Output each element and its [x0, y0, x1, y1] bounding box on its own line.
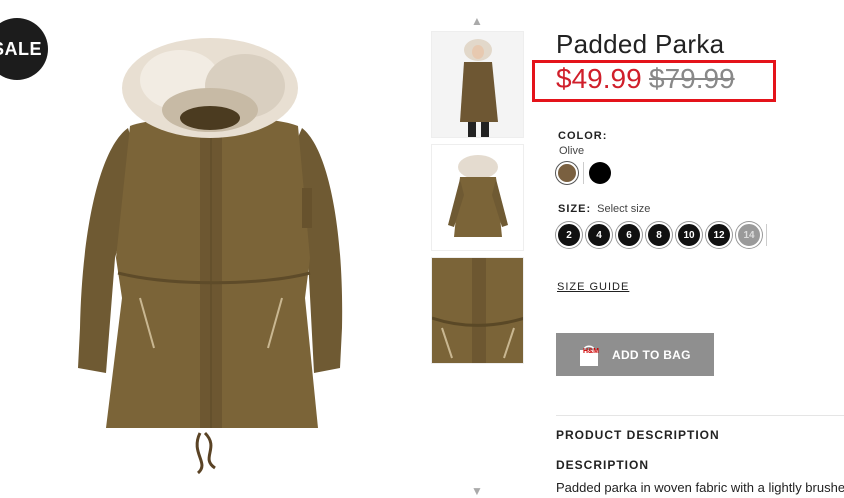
- thumbnail-detail[interactable]: [431, 257, 524, 364]
- description-heading: DESCRIPTION: [556, 458, 650, 472]
- add-to-bag-label: ADD TO BAG: [612, 347, 691, 362]
- size-header: SIZE: Select size: [558, 203, 650, 215]
- size-option-4[interactable]: 4: [586, 222, 612, 248]
- sale-price: $49.99: [556, 63, 642, 94]
- section-divider: [556, 415, 844, 416]
- swatch-black[interactable]: [589, 162, 611, 184]
- size-divider: [766, 224, 767, 246]
- size-options: 2 4 6 8 10 12 14: [556, 222, 767, 248]
- original-price: $79.99: [649, 63, 735, 94]
- size-label: SIZE:: [558, 203, 592, 215]
- size-option-10[interactable]: 10: [676, 222, 702, 248]
- swatch-divider: [583, 162, 584, 184]
- thumbnails-down-arrow[interactable]: ▼: [471, 484, 483, 498]
- color-swatches: [556, 162, 611, 184]
- size-option-14[interactable]: 14: [736, 222, 762, 248]
- description-text: Padded parka in woven fabric with a ligh…: [556, 480, 844, 495]
- color-label: COLOR:: [558, 130, 608, 142]
- size-option-6[interactable]: 6: [616, 222, 642, 248]
- product-title: Padded Parka: [556, 29, 725, 59]
- add-to-bag-button[interactable]: ADD TO BAG: [556, 333, 714, 376]
- size-option-12[interactable]: 12: [706, 222, 732, 248]
- product-description-heading[interactable]: PRODUCT DESCRIPTION: [556, 428, 720, 442]
- swatch-olive[interactable]: [556, 162, 578, 184]
- size-option-8[interactable]: 8: [646, 222, 672, 248]
- product-main-image: [78, 38, 343, 475]
- thumbnails-up-arrow[interactable]: ▲: [471, 14, 483, 28]
- sale-badge: SALE: [0, 18, 48, 80]
- selected-color: Olive: [559, 145, 585, 157]
- size-guide-link[interactable]: SIZE GUIDE: [557, 281, 629, 293]
- thumbnail-model[interactable]: [431, 31, 524, 138]
- bag-logo: H&M: [583, 348, 599, 355]
- thumbnail-product[interactable]: [431, 144, 524, 251]
- size-option-2[interactable]: 2: [556, 222, 582, 248]
- size-hint: Select size: [597, 203, 651, 215]
